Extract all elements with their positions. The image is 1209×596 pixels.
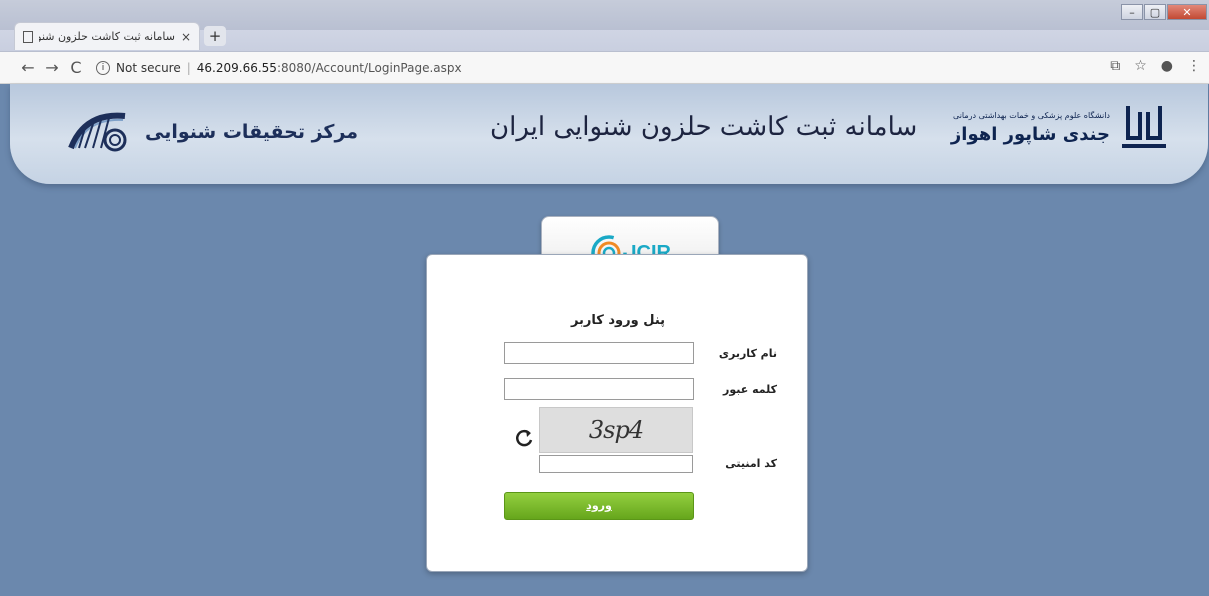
system-title: سامانه ثبت کاشت حلزون شنوایی ایران bbox=[490, 112, 918, 142]
page-icon bbox=[23, 30, 33, 43]
captcha-image: 3sp4 bbox=[539, 407, 693, 453]
research-center-name: مرکز تحقیقات شنوایی bbox=[145, 121, 359, 143]
close-window-button[interactable]: ✕ bbox=[1167, 4, 1207, 20]
site-header: مرکز تحقیقات شنوایی سامانه ثبت کاشت حلزو… bbox=[10, 84, 1208, 184]
password-label: کلمه عبور bbox=[723, 383, 777, 396]
browser-tab[interactable]: سامانه ثبت کاشت حلزون شنوایی ایران × bbox=[14, 22, 200, 50]
research-center-brand: مرکز تحقیقات شنوایی bbox=[65, 108, 358, 156]
bookmark-star-icon[interactable]: ☆ bbox=[1134, 58, 1147, 74]
captcha-text: 3sp4 bbox=[588, 416, 644, 444]
cochlear-arch-logo bbox=[68, 112, 127, 152]
browser-toolbar: ← → C i Not secure | 46.209.66.55 :8080/… bbox=[0, 52, 1209, 84]
university-logo bbox=[1122, 106, 1166, 148]
url-path: :8080/Account/LoginPage.aspx bbox=[276, 60, 462, 75]
maximize-button[interactable]: ▢ bbox=[1144, 4, 1166, 20]
browser-titlebar: سامانه ثبت کاشت حلزون شنوایی ایران × + –… bbox=[0, 0, 1209, 52]
captcha-label: کد امنیتی bbox=[725, 457, 777, 470]
back-icon[interactable]: ← bbox=[16, 58, 40, 77]
window-controls: – ▢ ✕ bbox=[1120, 4, 1207, 20]
login-panel: پنل ورود کاربر نام کاربری کلمه عبور 3sp4… bbox=[426, 254, 808, 572]
university-brand: دانشگاه علوم پزشکی و خمات بهداشتی درمانی… bbox=[951, 102, 1168, 154]
profile-icon[interactable]: ● bbox=[1161, 58, 1173, 74]
translate-icon[interactable]: ⧉ bbox=[1110, 58, 1120, 74]
info-icon[interactable]: i bbox=[96, 60, 110, 75]
new-tab-button[interactable]: + bbox=[204, 26, 226, 46]
tab-close-icon[interactable]: × bbox=[181, 30, 191, 44]
security-label: Not secure bbox=[116, 60, 181, 75]
university-subtitle: دانشگاه علوم پزشکی و خمات بهداشتی درمانی bbox=[953, 111, 1110, 120]
login-button[interactable]: ورود bbox=[504, 492, 694, 520]
address-bar[interactable]: i Not secure | 46.209.66.55 :8080/Accoun… bbox=[96, 55, 496, 81]
university-text: دانشگاه علوم پزشکی و خمات بهداشتی درمانی… bbox=[951, 111, 1110, 145]
refresh-captcha-icon[interactable] bbox=[513, 427, 535, 449]
username-label: نام کاربری bbox=[718, 347, 777, 360]
menu-icon[interactable]: ⋮ bbox=[1187, 58, 1201, 74]
toolbar-right: ⧉ ☆ ● ⋮ bbox=[1110, 58, 1201, 74]
minimize-button[interactable]: – bbox=[1121, 4, 1143, 20]
tab-title: سامانه ثبت کاشت حلزون شنوایی ایران bbox=[39, 30, 175, 43]
panel-title: پنل ورود کاربر bbox=[570, 313, 666, 328]
address-separator: | bbox=[186, 60, 191, 75]
url-host: 46.209.66.55 bbox=[196, 60, 277, 75]
username-input[interactable] bbox=[504, 342, 694, 364]
reload-icon[interactable]: C bbox=[64, 58, 88, 77]
captcha-input[interactable] bbox=[539, 455, 693, 473]
forward-icon[interactable]: → bbox=[40, 58, 64, 77]
university-name: جندی شاپور اهواز bbox=[950, 124, 1110, 145]
password-input[interactable] bbox=[504, 378, 694, 400]
